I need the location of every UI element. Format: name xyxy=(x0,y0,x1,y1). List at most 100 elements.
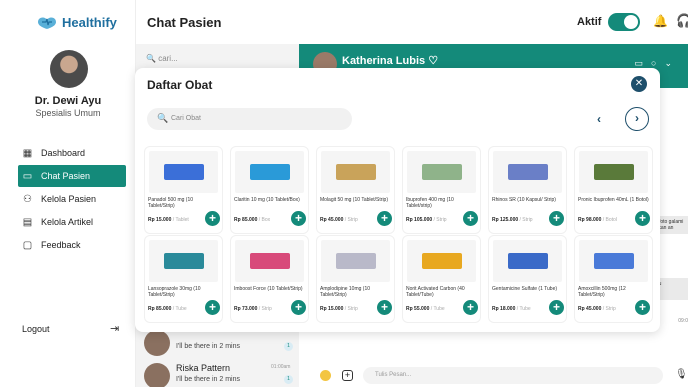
medicine-price-value: Rp 105.000 xyxy=(406,217,433,223)
search-icon[interactable]: ○ xyxy=(651,58,664,68)
medicine-card[interactable]: Panadol 500 mg (10 Tablet/Strip) Rp 15.00… xyxy=(144,146,223,234)
medicine-card[interactable]: Imboost Force (10 Tablet/Strip) Rp 73.000… xyxy=(230,235,309,323)
logout-button[interactable]: Logout xyxy=(22,324,50,334)
medicine-image xyxy=(321,240,390,282)
medicine-image xyxy=(493,240,562,282)
feedback-icon: ▢ xyxy=(22,239,33,251)
profile-role: Spesialis Umum xyxy=(35,108,101,118)
medicine-package xyxy=(507,253,548,269)
medicine-package xyxy=(335,164,376,180)
add-medicine-button[interactable]: + xyxy=(549,300,564,315)
sidebar: Healthify Dr. Dewi Ayu Spesialis Umum ▦ … xyxy=(0,0,136,387)
medicine-name: Norit Activated Carbon (40 Tablet/Tube) xyxy=(406,286,465,298)
sidebar-item-label: Chat Pasien xyxy=(41,171,91,181)
add-medicine-button[interactable]: + xyxy=(205,300,220,315)
prev-page-button[interactable]: ‹ xyxy=(597,112,611,126)
medicine-image xyxy=(407,240,476,282)
add-medicine-button[interactable]: + xyxy=(291,211,306,226)
add-medicine-button[interactable]: + xyxy=(377,300,392,315)
emoji-icon[interactable] xyxy=(320,370,331,381)
medicine-search-input[interactable]: 🔍 Cari Obat xyxy=(147,108,352,130)
heart-icon[interactable]: ♡ xyxy=(428,55,438,67)
chat-contact-name: Katherina Lubis ♡ xyxy=(342,54,438,67)
brand-name: Healthify xyxy=(62,14,117,30)
medicine-price-value: Rp 55.000 xyxy=(406,306,430,312)
message-input[interactable]: Tulis Pesan... xyxy=(363,367,663,384)
add-medicine-button[interactable]: + xyxy=(291,300,306,315)
logout-icon[interactable]: ⇥ xyxy=(110,322,119,335)
medicine-price: Rp 45.000 / Strip xyxy=(320,217,358,223)
list-item[interactable]: Riska Pattern I'll be there in 2 mins 01… xyxy=(136,357,299,387)
medicine-package xyxy=(593,164,634,180)
medicine-price-value: Rp 18.000 xyxy=(492,306,516,312)
medicine-card[interactable]: Rhinos SR (10 Kapsul/ Strip) Rp 125.000 /… xyxy=(488,146,567,234)
sidebar-item-feedback[interactable]: ▢ Feedback xyxy=(0,234,136,256)
medicine-price-value: Rp 73.000 xyxy=(234,306,258,312)
status-label: Aktif xyxy=(577,16,602,28)
add-medicine-button[interactable]: + xyxy=(635,300,650,315)
medicine-card[interactable]: Amoxcillin 500mg (12 Tablet/Strip) Rp 45.… xyxy=(574,235,653,323)
sidebar-item-kelola-artikel[interactable]: ▤ Kelola Artikel xyxy=(0,211,136,233)
medicine-card[interactable]: Claritin 10 mg (10 Tablet/Box) Rp 85.000 … xyxy=(230,146,309,234)
medicine-price: Rp 55.000 / Tube xyxy=(406,306,445,312)
medicine-image xyxy=(579,240,648,282)
unread-badge: 1 xyxy=(284,342,293,351)
sidebar-item-dashboard[interactable]: ▦ Dashboard xyxy=(0,142,136,164)
plus-icon[interactable]: + xyxy=(342,370,353,381)
medicine-card[interactable]: Pronic Ibuprofen 40mL (1 Botol) Rp 98.000… xyxy=(574,146,653,234)
medicine-card[interactable]: Ibuprofen 400 mg (10 Tablet/strip) Rp 105… xyxy=(402,146,481,234)
medicine-price-value: Rp 45.000 xyxy=(320,217,344,223)
add-medicine-button[interactable]: + xyxy=(463,211,478,226)
users-icon: ⚇ xyxy=(23,193,32,205)
medicine-name: Amoxcillin 500mg (12 Tablet/Strip) xyxy=(578,286,626,298)
mic-icon[interactable]: 🎙 xyxy=(675,369,688,380)
medicine-package xyxy=(421,253,462,269)
medicine-price: Rp 15.000 / Strip xyxy=(320,306,358,312)
medicine-price-value: Rp 15.000 xyxy=(148,217,172,223)
search-icon: 🔍 xyxy=(157,113,169,123)
medicine-card[interactable]: Gentamicine Sulfate (1 Tube) Rp 18.000 / … xyxy=(488,235,567,323)
medicine-package xyxy=(163,164,204,180)
medicine-unit: / Strip xyxy=(344,306,358,312)
medicine-unit: / Strip xyxy=(433,217,447,223)
add-medicine-button[interactable]: + xyxy=(463,300,478,315)
medicine-card[interactable]: Lansoprazole 30mg (10 Tablet/Strip) Rp 85… xyxy=(144,235,223,323)
medicine-card[interactable]: Molagit 50 mg (10 Tablet/Strip) Rp 45.000… xyxy=(316,146,395,234)
message-time: 09:0 xyxy=(678,318,688,324)
avatar[interactable] xyxy=(50,50,88,88)
add-medicine-button[interactable]: + xyxy=(205,211,220,226)
chat-message-preview: I'll be there in 2 mins xyxy=(176,343,240,350)
medicine-package xyxy=(163,253,204,269)
medicine-unit: / Tablet xyxy=(172,217,189,223)
medicine-image xyxy=(579,151,648,193)
sidebar-item-label: Feedback xyxy=(41,240,81,250)
medicine-price: Rp 98.000 / Botol xyxy=(578,217,617,223)
medicine-package xyxy=(335,253,376,269)
add-medicine-button[interactable]: + xyxy=(549,211,564,226)
logo-icon xyxy=(38,17,56,29)
add-medicine-button[interactable]: + xyxy=(377,211,392,226)
status-toggle[interactable] xyxy=(608,13,640,31)
medicine-price: Rp 125.000 / Strip xyxy=(492,217,533,223)
medicine-card[interactable]: Norit Activated Carbon (40 Tablet/Tube) R… xyxy=(402,235,481,323)
headset-icon[interactable]: 🎧 xyxy=(676,13,688,29)
medicine-name: Pronic Ibuprofen 40mL (1 Botol) xyxy=(578,197,649,203)
medicine-name: Amplodipine 10mg (10 Tablet/Strip) xyxy=(320,286,371,298)
add-medicine-button[interactable]: + xyxy=(635,211,650,226)
chevron-down-icon[interactable]: ⌄ xyxy=(664,58,680,68)
logo[interactable]: Healthify xyxy=(36,14,117,30)
close-icon[interactable]: ✕ xyxy=(631,76,647,92)
bell-icon[interactable]: 🔔 xyxy=(653,14,668,28)
chat-contact-name: Riska Pattern xyxy=(176,363,231,373)
video-icon[interactable]: ▭ xyxy=(635,58,652,68)
avatar xyxy=(144,363,170,387)
chat-time: 01:00am xyxy=(271,364,291,370)
medicine-name: Claritin 10 mg (10 Tablet/Box) xyxy=(234,197,300,203)
medicine-price-value: Rp 125.000 xyxy=(492,217,519,223)
next-page-button[interactable]: › xyxy=(625,107,649,131)
sidebar-item-kelola-pasien[interactable]: ⚇ Kelola Pasien xyxy=(0,188,136,210)
sidebar-item-chat-pasien[interactable]: ▭ Chat Pasien xyxy=(18,165,126,187)
chat-search-input[interactable]: 🔍 cari... xyxy=(146,54,178,63)
medicine-image xyxy=(407,151,476,193)
medicine-card[interactable]: Amplodipine 10mg (10 Tablet/Strip) Rp 15.… xyxy=(316,235,395,323)
